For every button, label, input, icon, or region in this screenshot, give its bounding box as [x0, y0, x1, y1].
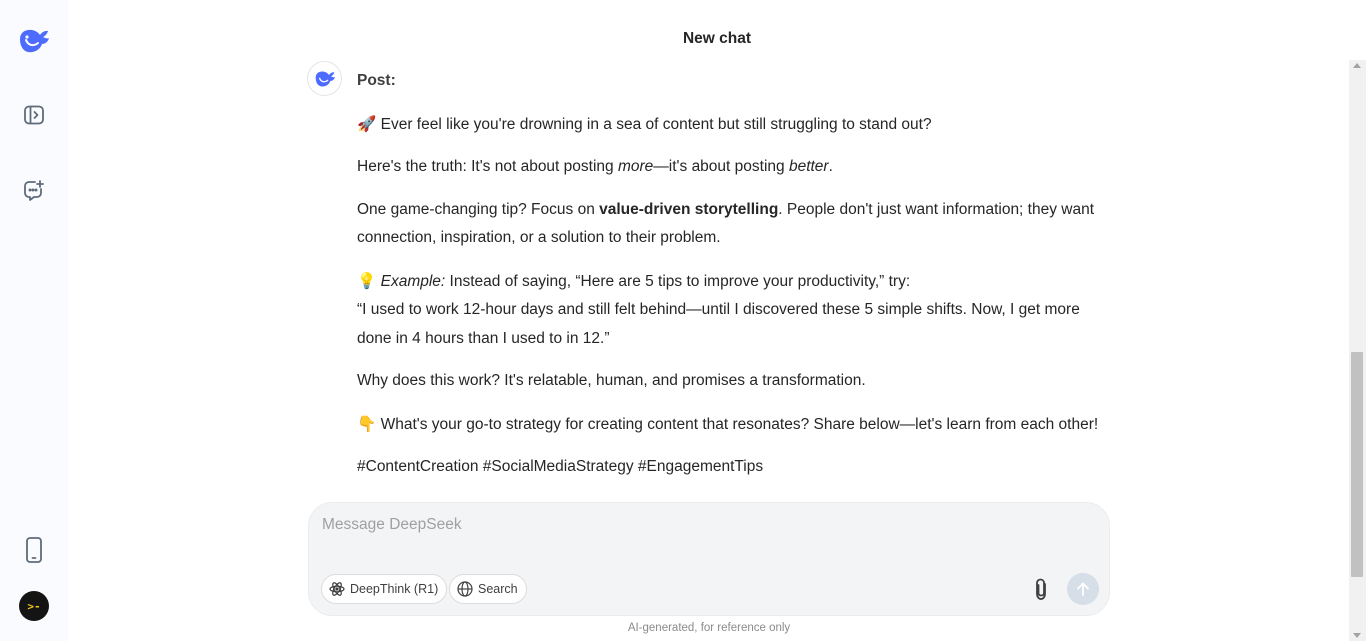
scrollbar[interactable]: [1349, 60, 1366, 641]
avatar[interactable]: >-: [19, 591, 49, 621]
paragraph-text: One game-changing tip? Focus on: [357, 200, 600, 218]
mobile-phone-icon[interactable]: [16, 532, 52, 568]
assistant-message: Post: 🚀 Ever feel like you're drowning i…: [357, 67, 1117, 482]
emphasis-text: better: [788, 158, 829, 175]
message-paragraph: 💡 Example: Instead of saying, “Here are …: [357, 267, 1117, 354]
message-paragraph: One game-changing tip? Focus on value-dr…: [357, 196, 1117, 253]
message-paragraph: Why does this work? It's relatable, huma…: [357, 372, 866, 389]
paragraph-text: “I used to work 12-hour days and still f…: [357, 301, 1080, 347]
paragraph-text: .: [828, 158, 833, 175]
sidebar: >-: [0, 0, 68, 641]
atom-icon: [329, 582, 345, 596]
paragraph-text: Instead of saying, “Here are 5 tips to i…: [445, 272, 911, 290]
message-heading: Post:: [357, 72, 396, 89]
message-input[interactable]: [322, 516, 1082, 556]
search-button[interactable]: Search: [449, 574, 527, 604]
paragraph-text: Here's the truth: It's not about posting: [357, 158, 618, 175]
globe-icon: [457, 581, 473, 597]
scrollbar-thumb[interactable]: [1351, 352, 1363, 577]
disclaimer: AI-generated, for reference only: [627, 622, 791, 634]
message-paragraph: 👇 What's your go-to strategy for creatin…: [357, 410, 1117, 440]
strong-text: value-driven storytelling: [599, 200, 779, 218]
page-title: New chat: [682, 30, 752, 47]
emphasis-text: Example:: [380, 272, 446, 290]
deepseek-logo-icon[interactable]: [16, 23, 52, 59]
avatar-glyph: >-: [27, 599, 41, 613]
paragraph-text: What's your go-to strategy for creating …: [376, 415, 1099, 433]
scroll-up-icon[interactable]: [1353, 63, 1361, 68]
paperclip-icon[interactable]: [1029, 577, 1053, 601]
sidebar-toggle-icon[interactable]: [16, 97, 52, 133]
deepthink-label: DeepThink (R1): [350, 582, 439, 596]
scroll-down-icon[interactable]: [1353, 633, 1361, 638]
assistant-avatar-icon: [307, 61, 342, 96]
hashtags: #ContentCreation #SocialMediaStrategy #E…: [357, 458, 764, 475]
arrow-up-icon: [1077, 582, 1089, 596]
paragraph-text: —it's about posting: [653, 158, 789, 175]
send-button[interactable]: [1067, 573, 1099, 605]
emphasis-text: more: [617, 158, 654, 175]
paragraph-text: Ever feel like you're drowning in a sea …: [376, 115, 932, 133]
message-paragraph: Here's the truth: It's not about posting…: [357, 153, 1117, 182]
pointing-down-icon: 👇: [357, 414, 377, 433]
lightbulb-icon: 💡: [357, 271, 377, 290]
deepthink-button[interactable]: DeepThink (R1): [321, 574, 448, 604]
rocket-icon: 🚀: [357, 114, 377, 133]
message-paragraph: 🚀 Ever feel like you're drowning in a se…: [357, 110, 1117, 140]
new-chat-icon[interactable]: [16, 172, 52, 208]
message-composer: DeepThink (R1) Search: [308, 502, 1110, 616]
search-label: Search: [478, 582, 518, 596]
